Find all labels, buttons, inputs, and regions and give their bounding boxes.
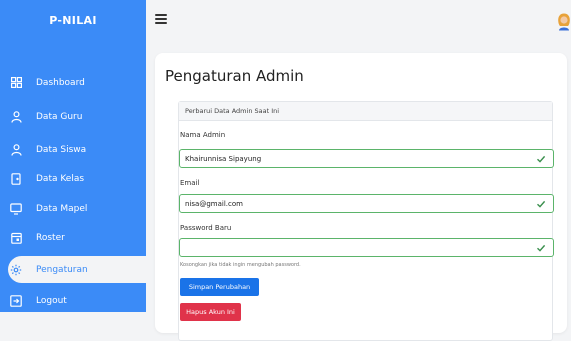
email-label: Email (180, 179, 200, 187)
topbar (146, 0, 571, 40)
email-field[interactable]: nisa@gmail.com (179, 194, 554, 213)
door-icon (10, 172, 22, 185)
sidebar-item-label: Data Guru (36, 111, 83, 122)
sidebar-item-pengaturan[interactable]: Pengaturan (8, 256, 146, 283)
save-button[interactable]: Simpan Perubahan (180, 278, 259, 296)
admin-form-panel: Perbarui Data Admin Saat Ini Nama Admin … (178, 101, 554, 341)
sidebar-item-label: Data Mapel (36, 203, 88, 214)
sidebar-item-label: Logout (36, 295, 67, 306)
page-title: Pengaturan Admin (165, 67, 304, 85)
brand-logo-text[interactable]: P-NILAI (0, 0, 146, 40)
password-label: Password Baru (180, 224, 232, 232)
gear-icon (10, 264, 22, 276)
calendar-icon (10, 232, 22, 244)
panel-title: Perbarui Data Admin Saat Ini (179, 102, 552, 121)
admin-name-field[interactable]: Khairunnisa Sipayung (179, 149, 554, 168)
sidebar-item-roster[interactable]: Roster (0, 224, 146, 251)
email-value: nisa@gmail.com (185, 199, 243, 208)
sidebar-item-data-mapel[interactable]: Data Mapel (0, 195, 146, 222)
logout-icon (10, 294, 22, 307)
sidebar-item-logout[interactable]: Logout (0, 287, 146, 314)
password-hint: Kosongkan jika tidak ingin mengubah pass… (180, 262, 301, 268)
check-icon (536, 154, 546, 164)
sidebar-item-label: Pengaturan (36, 264, 88, 275)
user-icon (10, 143, 22, 156)
avatar[interactable] (557, 13, 571, 31)
check-icon (536, 199, 546, 209)
delete-account-button[interactable]: Hapus Akun Ini (180, 303, 241, 321)
name-label: Nama Admin (180, 131, 226, 139)
monitor-icon (10, 202, 22, 215)
sidebar-item-label: Data Kelas (36, 173, 85, 184)
password-field[interactable] (179, 238, 554, 257)
admin-name-value: Khairunnisa Sipayung (185, 154, 262, 163)
grid-icon (10, 77, 22, 89)
sidebar-item-dashboard[interactable]: Dashboard (0, 69, 146, 96)
sidebar-item-label: Roster (36, 232, 65, 243)
sidebar-item-data-guru[interactable]: Data Guru (0, 103, 146, 130)
settings-card: Pengaturan Admin Perbarui Data Admin Saa… (155, 53, 567, 341)
sidebar-item-data-siswa[interactable]: Data Siswa (0, 136, 146, 163)
sidebar-item-label: Dashboard (36, 77, 85, 88)
menu-toggle-icon[interactable] (155, 14, 167, 24)
user-icon (10, 110, 22, 123)
check-icon (536, 243, 546, 253)
sidebar-item-label: Data Siswa (36, 144, 87, 155)
sidebar-item-data-kelas[interactable]: Data Kelas (0, 165, 146, 192)
sidebar: P-NILAI Dashboard Data Guru Data Siswa D… (0, 0, 146, 312)
